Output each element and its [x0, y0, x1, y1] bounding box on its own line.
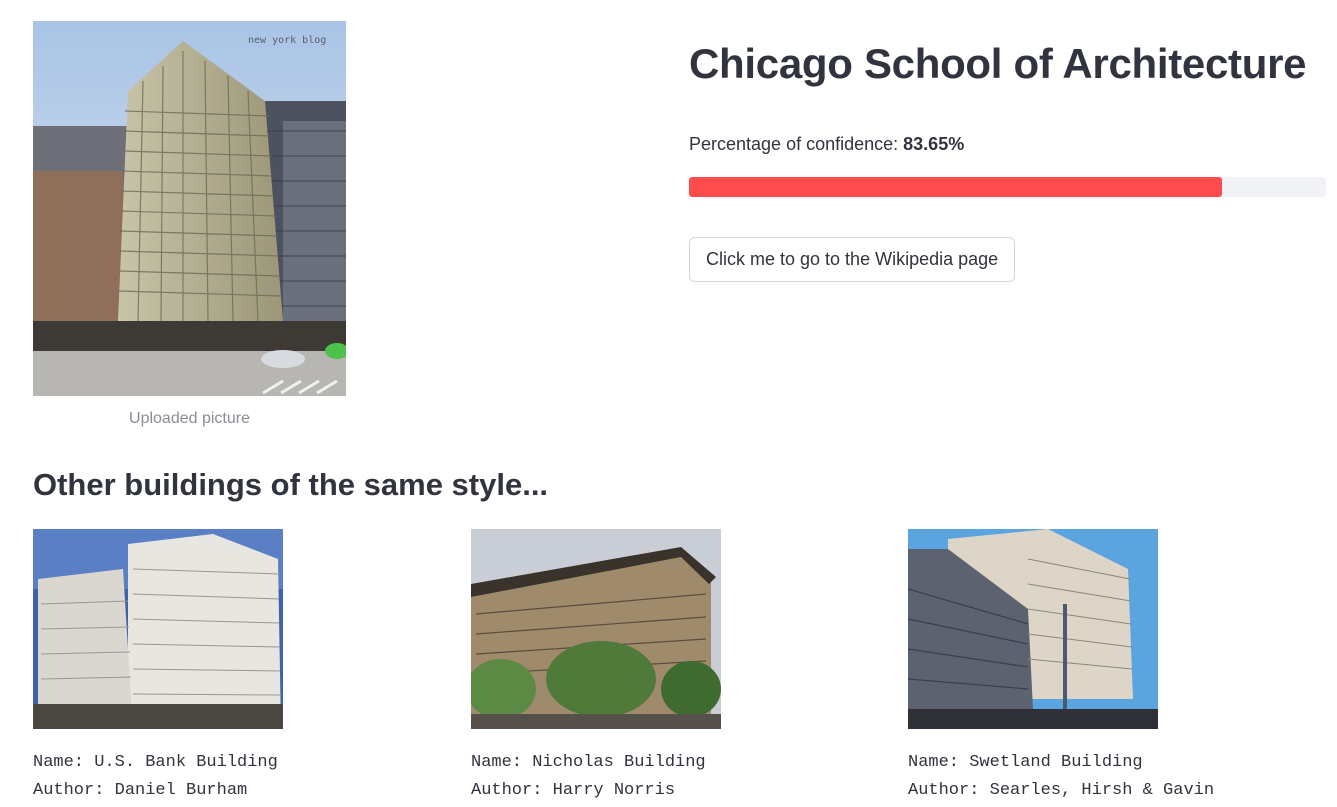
building-author: Author: Searles, Hirsh & Gavin	[908, 781, 1215, 800]
building-info: Name: Nicholas Building Author: Harry Nor…	[471, 749, 891, 805]
building-info: Name: Swetland Building Author: Searles, …	[908, 749, 1328, 805]
uploaded-building-photo: new york blog	[33, 21, 346, 396]
building-name: Name: Nicholas Building	[471, 753, 706, 772]
similar-building-card: Name: Swetland Building Author: Searles, …	[908, 529, 1328, 805]
confidence-text: Percentage of confidence: 83.65%	[689, 134, 1329, 155]
us-bank-building-photo	[33, 529, 283, 729]
classification-result: Chicago School of Architecture Percentag…	[689, 40, 1329, 283]
building-author: Author: Daniel Burham	[33, 781, 248, 800]
nicholas-building-photo	[471, 529, 721, 729]
confidence-progress-fill	[689, 177, 1222, 198]
building-name: Name: U.S. Bank Building	[33, 753, 278, 772]
building-author: Author: Harry Norris	[471, 781, 676, 800]
confidence-value: 83.65%	[903, 134, 965, 155]
building-info: Name: U.S. Bank Building Author: Daniel B…	[33, 749, 453, 805]
similar-building-card: Name: U.S. Bank Building Author: Daniel B…	[33, 529, 453, 805]
watermark-text: new york blog	[248, 35, 326, 46]
building-name: Name: Swetland Building	[908, 753, 1143, 772]
uploaded-picture-block: new york blog Uploaded picture	[33, 21, 346, 428]
confidence-progress-bar	[689, 177, 1326, 198]
style-title: Chicago School of Architecture	[689, 40, 1307, 87]
wikipedia-button[interactable]: Click me to go to the Wikipedia page	[689, 237, 1016, 283]
swetland-building-photo	[908, 529, 1158, 729]
similar-building-card: Name: Nicholas Building Author: Harry Nor…	[471, 529, 891, 805]
confidence-label: Percentage of confidence:	[689, 134, 904, 155]
uploaded-picture-caption: Uploaded picture	[129, 410, 250, 427]
similar-buildings-title: Other buildings of the same style...	[33, 467, 549, 502]
